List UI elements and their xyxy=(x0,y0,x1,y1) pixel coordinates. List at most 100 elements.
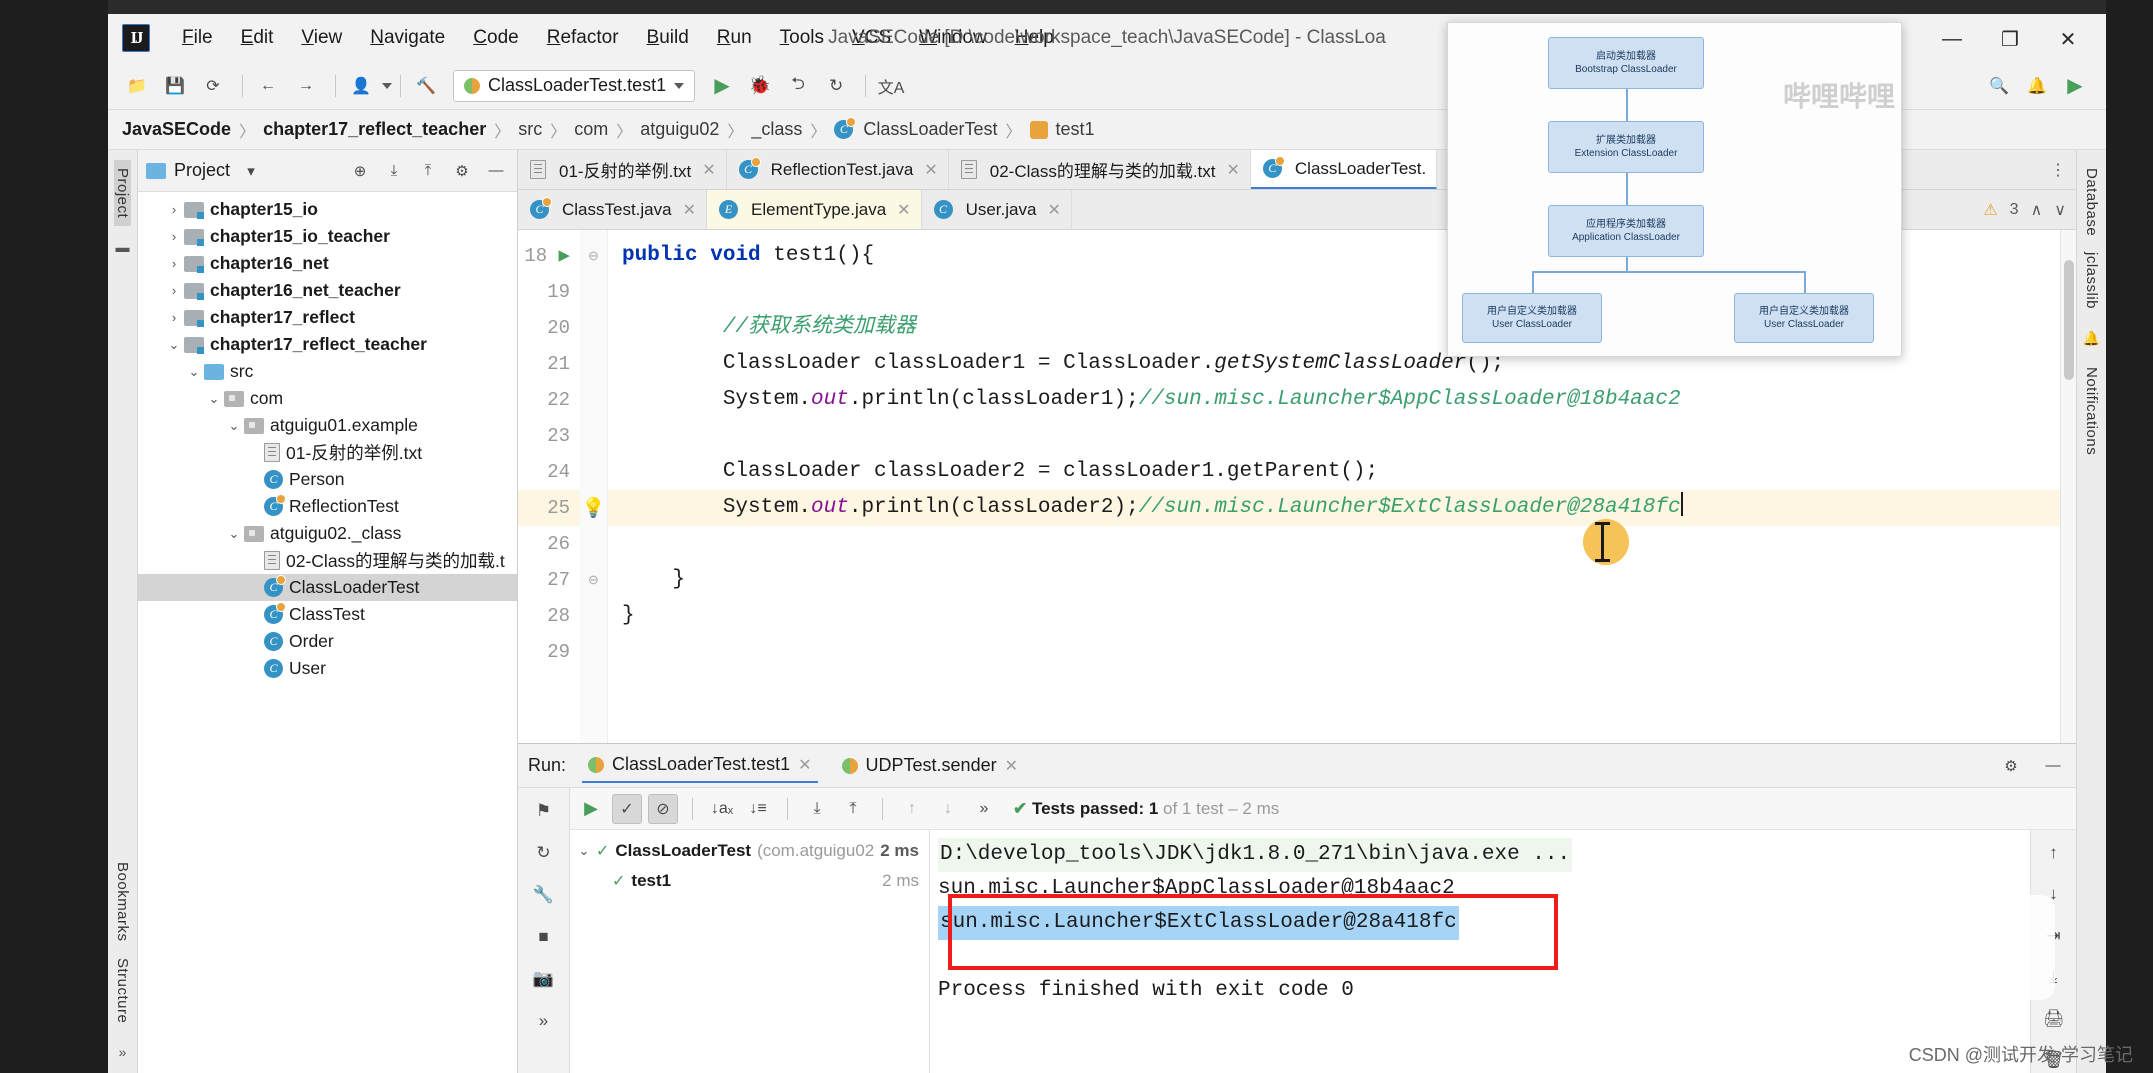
sidebar-item-database[interactable]: Database xyxy=(2083,160,2100,244)
tree-node[interactable]: › chapter15_io xyxy=(138,196,517,223)
menu-item-run[interactable]: Run xyxy=(703,23,766,53)
expand-tests-button[interactable]: ⤓ xyxy=(802,794,832,824)
project-scope-chevron-icon[interactable]: ▾ xyxy=(238,158,264,184)
tree-node[interactable]: › chapter17_reflect xyxy=(138,304,517,331)
run-hide-icon[interactable]: — xyxy=(2040,753,2066,779)
run-side-icon-5[interactable]: » xyxy=(531,1008,557,1034)
menu-item-view[interactable]: View xyxy=(287,23,356,53)
run-side-icon-3[interactable]: ■ xyxy=(531,924,557,950)
breadcrumb-item-6[interactable]: ClassLoaderTest xyxy=(863,119,997,140)
prev-problem-icon[interactable]: ∧ xyxy=(2031,200,2043,220)
menu-item-build[interactable]: Build xyxy=(633,23,703,53)
profile-run-button[interactable]: ↻ xyxy=(819,69,853,103)
breadcrumb-item-0[interactable]: JavaSECode xyxy=(122,119,231,140)
scrollbar-thumb[interactable] xyxy=(2064,260,2074,380)
fold-toggle-icon[interactable]: ⊖ xyxy=(580,238,607,274)
show-ignored-toggle[interactable]: ⊘ xyxy=(648,793,678,824)
sidebar-item-jclasslib[interactable]: jclasslib xyxy=(2083,244,2100,317)
console-side-icon-0[interactable]: ↑ xyxy=(2041,840,2067,866)
back-icon[interactable]: ← xyxy=(251,69,285,103)
chevron-down-icon[interactable]: ⌄ xyxy=(184,364,204,380)
chevron-right-icon[interactable]: › xyxy=(164,310,184,325)
breadcrumb-item-2[interactable]: src xyxy=(518,119,542,140)
editor-tab[interactable]: C ClassLoaderTest. xyxy=(1250,150,1438,189)
tree-node[interactable]: ⌄ atguigu01.example xyxy=(138,412,517,439)
run-button[interactable]: ▶ xyxy=(705,69,739,103)
notification-bell-icon[interactable]: 🔔 xyxy=(2020,69,2054,103)
chevron-down-icon[interactable]: ⌄ xyxy=(224,418,244,434)
editor-tab[interactable]: 01-反射的举例.txt ✕ xyxy=(518,150,727,189)
fold-toggle-icon[interactable]: ⊖ xyxy=(580,562,607,598)
gear-icon[interactable]: ⚙ xyxy=(449,158,475,184)
tree-node[interactable]: 01-反射的举例.txt xyxy=(138,439,517,466)
minimize-button[interactable]: — xyxy=(1924,22,1980,56)
close-tab-icon[interactable]: ✕ xyxy=(702,160,715,180)
chevron-down-icon[interactable] xyxy=(382,82,392,89)
maximize-button[interactable]: ❐ xyxy=(1982,22,2038,56)
rerun-tests-button[interactable]: ▶ xyxy=(576,794,606,824)
tab-overflow-icon[interactable]: ⋮ xyxy=(2050,160,2066,180)
sidebar-item-structure[interactable]: Structure xyxy=(114,950,131,1031)
run-configuration-selector[interactable]: ClassLoaderTest.test1 xyxy=(453,69,696,102)
breadcrumb-item-5[interactable]: _class xyxy=(751,119,802,140)
editor-tab[interactable]: C ClassTest.java ✕ xyxy=(518,190,708,229)
sort-alphabetically-button[interactable]: ↓aₓ xyxy=(707,794,737,824)
show-passed-toggle[interactable]: ✓ xyxy=(612,793,642,824)
close-run-tab-icon[interactable]: ✕ xyxy=(1005,756,1018,776)
menu-item-tools[interactable]: Tools xyxy=(766,23,838,53)
intention-bulb-icon[interactable]: 💡 xyxy=(582,496,606,520)
chevron-right-icon[interactable]: › xyxy=(164,229,184,244)
close-run-tab-icon[interactable]: ✕ xyxy=(798,755,811,775)
close-tab-icon[interactable]: ✕ xyxy=(683,200,696,220)
breadcrumb-item-7[interactable]: test1 xyxy=(1056,119,1095,140)
tree-node[interactable]: ⌄ atguigu02._class xyxy=(138,520,517,547)
test-tree-row[interactable]: ⌄ ✓ ClassLoaderTest (com.atguigu02 2 ms xyxy=(570,836,929,866)
editor-tab[interactable]: 02-Class的理解与类的加载.txt ✕ xyxy=(948,150,1251,189)
debug-button[interactable]: 🐞 xyxy=(743,69,777,103)
code-folding-column[interactable]: ⊖ 💡 ⊖ xyxy=(580,230,608,743)
tree-node[interactable]: C ReflectionTest xyxy=(138,493,517,520)
translate-icon[interactable]: 文A xyxy=(874,69,908,103)
tree-node[interactable]: C Order xyxy=(138,628,517,655)
collapse-tests-button[interactable]: ⤒ xyxy=(838,794,868,824)
sidebar-item-bookmarks[interactable]: Bookmarks xyxy=(114,854,131,950)
notifications-bell-icon[interactable]: 🔔 xyxy=(2081,327,2103,349)
run-side-icon-0[interactable]: ⚑ xyxy=(531,798,557,824)
sidebar-item-project[interactable]: Project xyxy=(114,160,131,227)
prev-failed-test-button[interactable]: ↑ xyxy=(897,794,927,824)
project-folder-icon[interactable]: ▬ xyxy=(112,236,134,258)
search-icon[interactable]: 🔍 xyxy=(1982,69,2016,103)
breadcrumb-item-1[interactable]: chapter17_reflect_teacher xyxy=(263,119,486,140)
close-tab-icon[interactable]: ✕ xyxy=(1227,160,1240,180)
run-side-icon-1[interactable]: ↻ xyxy=(531,840,557,866)
tree-node[interactable]: ⌄ src xyxy=(138,358,517,385)
tree-node[interactable]: ⌄ chapter17_reflect_teacher xyxy=(138,331,517,358)
chevron-right-icon[interactable]: › xyxy=(164,256,184,271)
next-failed-test-button[interactable]: ↓ xyxy=(933,794,963,824)
menu-item-file[interactable]: File xyxy=(168,23,227,53)
run-config-chevron-icon[interactable] xyxy=(674,82,685,89)
sync-icon[interactable]: ⟳ xyxy=(196,69,230,103)
locate-file-icon[interactable]: ⊕ xyxy=(347,158,373,184)
hide-pane-icon[interactable]: — xyxy=(483,158,509,184)
build-hammer-icon[interactable]: 🔨 xyxy=(409,69,443,103)
chevron-down-icon[interactable]: ⌄ xyxy=(224,526,244,542)
open-project-icon[interactable]: 📁 xyxy=(120,69,154,103)
breadcrumb-item-3[interactable]: com xyxy=(574,119,608,140)
toolbar-run-green-icon[interactable]: ▶ xyxy=(2058,69,2092,103)
tree-node[interactable]: C ClassTest xyxy=(138,601,517,628)
run-panel-tab[interactable]: UDPTest.sender ✕ xyxy=(836,749,1024,782)
forward-icon[interactable]: → xyxy=(289,69,323,103)
run-side-icon-2[interactable]: 🔧 xyxy=(531,882,557,908)
chevron-down-icon[interactable]: ⌄ xyxy=(578,843,590,859)
chevron-right-icon[interactable]: › xyxy=(164,283,184,298)
run-side-icon-4[interactable]: 📷 xyxy=(531,966,557,992)
sort-by-duration-button[interactable]: ↓≡ xyxy=(743,794,773,824)
more-options-button[interactable]: » xyxy=(969,794,999,824)
run-with-coverage-button[interactable]: ⮌ xyxy=(781,69,815,103)
run-settings-gear-icon[interactable]: ⚙ xyxy=(1998,753,2024,779)
chevron-right-icon[interactable]: › xyxy=(164,202,184,217)
editor-tab[interactable]: E ElementType.java ✕ xyxy=(707,190,922,229)
tree-node[interactable]: C User xyxy=(138,655,517,682)
tree-node[interactable]: C ClassLoaderTest xyxy=(138,574,517,601)
